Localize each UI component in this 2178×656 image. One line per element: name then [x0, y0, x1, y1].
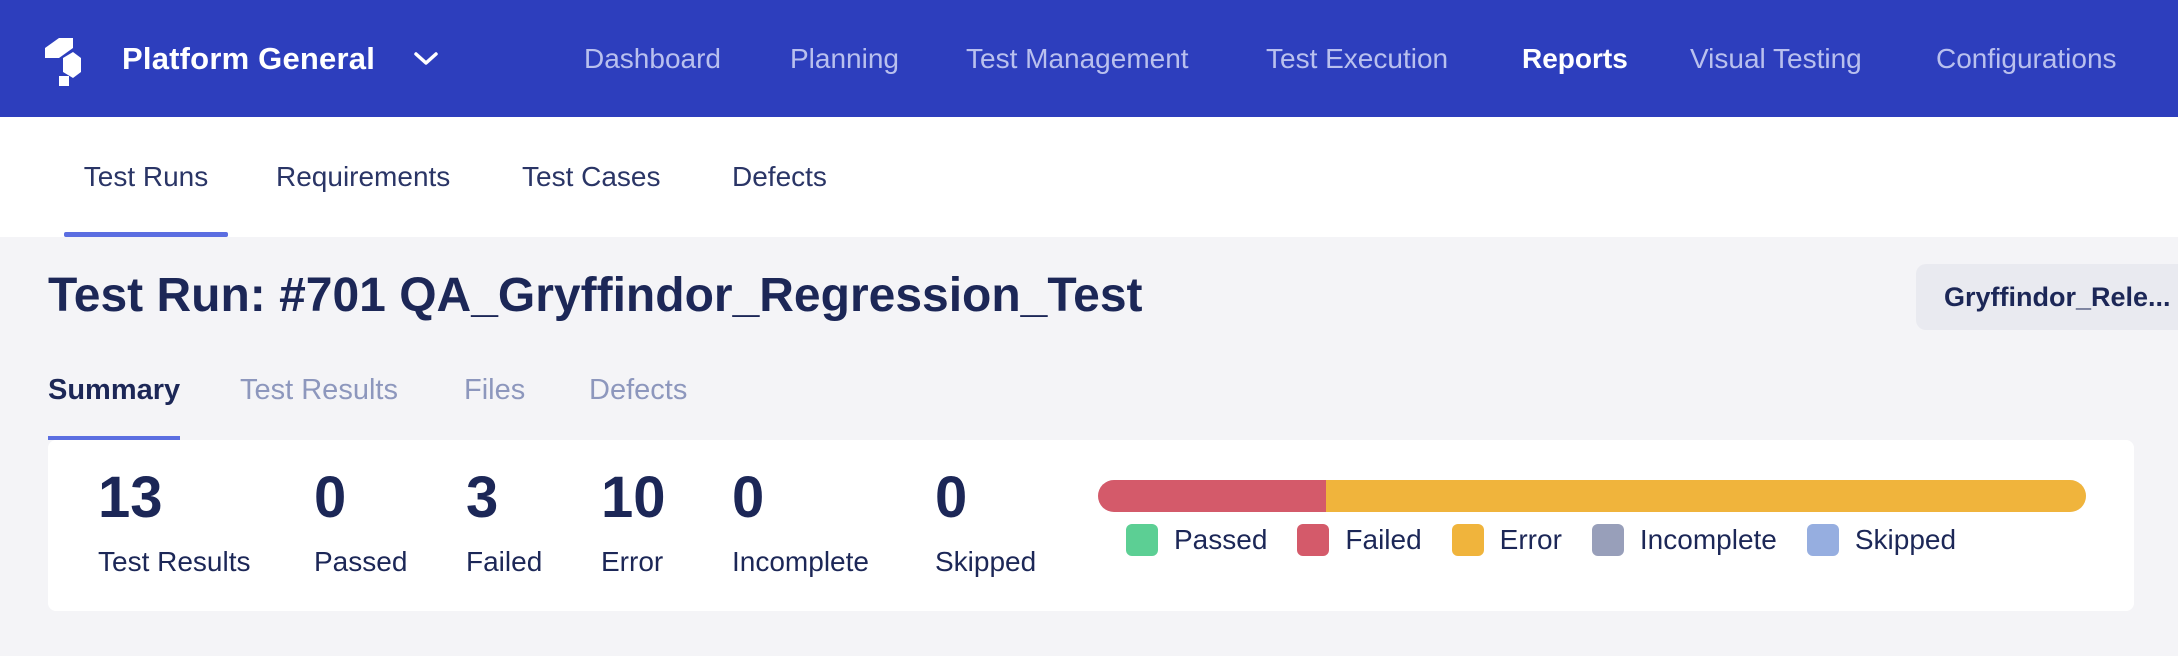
- progress-segment-error: [1326, 480, 2086, 512]
- tab-files[interactable]: Files: [464, 374, 525, 440]
- nav-item-reports[interactable]: Reports: [1522, 0, 1628, 117]
- legend-label: Skipped: [1854, 524, 1957, 555]
- stat-incomplete: 0 Incomplete: [732, 462, 869, 578]
- tab-test-results[interactable]: Test Results: [240, 374, 398, 440]
- stat-test-results: 13 Test Results: [98, 462, 251, 578]
- tab-run-defects[interactable]: Defects: [589, 374, 687, 440]
- stat-value: 3: [466, 465, 499, 530]
- stat-error: 10 Error: [601, 462, 666, 578]
- legend-item-failed[interactable]: Failed: [1297, 524, 1422, 556]
- legend-label: Incomplete: [1639, 524, 1777, 555]
- stat-label: Passed: [314, 546, 408, 577]
- nav-item-test-execution[interactable]: Test Execution: [1266, 0, 1448, 117]
- stat-value: 0: [935, 465, 968, 530]
- legend-label: Error: [1499, 524, 1562, 555]
- stat-label: Skipped: [935, 546, 1037, 577]
- stat-value: 0: [732, 465, 765, 530]
- legend-item-incomplete[interactable]: Incomplete: [1591, 524, 1777, 556]
- legend-item-error[interactable]: Error: [1451, 524, 1562, 556]
- tab-test-runs-label: Test Runs: [83, 161, 209, 192]
- chevron-down-icon: [414, 51, 438, 65]
- workspace-name: Platform General: [122, 40, 376, 76]
- stat-value: 13: [98, 465, 163, 530]
- tab-summary[interactable]: Summary: [48, 374, 181, 440]
- platform-logo-icon[interactable]: [45, 38, 81, 86]
- legend-item-skipped[interactable]: Skipped: [1806, 524, 1957, 556]
- tab-requirements[interactable]: Requirements: [276, 117, 450, 237]
- legend-item-passed[interactable]: Passed: [1126, 524, 1267, 556]
- stat-value: 10: [601, 465, 666, 530]
- report-type-tabs: Test Runs Requirements Test Cases Defect…: [0, 117, 2178, 237]
- progress-segment-failed: [1098, 480, 1326, 512]
- nav-item-planning[interactable]: Planning: [790, 0, 899, 117]
- legend-swatch: [1591, 524, 1624, 556]
- legend-label: Passed: [1174, 524, 1268, 555]
- tab-summary-label: Summary: [48, 374, 181, 406]
- nav-item-dashboard[interactable]: Dashboard: [584, 0, 721, 117]
- stat-label: Incomplete: [732, 546, 869, 577]
- tab-test-cases[interactable]: Test Cases: [522, 117, 661, 237]
- legend-swatch: [1297, 524, 1330, 556]
- stat-label: Error: [601, 546, 664, 577]
- nav-item-visual-testing[interactable]: Visual Testing: [1690, 0, 1862, 117]
- nav-item-configurations[interactable]: Configurations: [1936, 0, 2117, 117]
- legend-swatch: [1126, 524, 1158, 556]
- stat-label: Test Results: [98, 546, 251, 577]
- stat-failed: 3 Failed: [466, 462, 542, 578]
- legend-swatch: [1806, 524, 1839, 556]
- legend-label: Failed: [1345, 524, 1422, 555]
- results-progress-bar: [1098, 480, 2086, 512]
- release-selector[interactable]: Gryffindor_Rele...: [1916, 264, 2178, 330]
- results-legend: Passed Failed Error Incomplete Skipped: [1126, 524, 1986, 556]
- page-title: Test Run: #701 QA_Gryffindor_Regression_…: [48, 269, 1143, 322]
- stat-value: 0: [314, 465, 347, 530]
- stat-label: Failed: [466, 546, 543, 577]
- summary-card: 13 Test Results 0 Passed 3 Failed 10 Err…: [48, 440, 2134, 611]
- stat-skipped: 0 Skipped: [935, 462, 1036, 578]
- nav-item-test-management[interactable]: Test Management: [966, 0, 1189, 117]
- active-tab-indicator: [64, 232, 228, 237]
- legend-swatch: [1451, 524, 1484, 556]
- top-navigation-bar: Platform General Dashboard Planning Test…: [0, 0, 2178, 117]
- tab-test-runs[interactable]: Test Runs: [64, 117, 228, 237]
- stat-passed: 0 Passed: [314, 462, 407, 578]
- workspace-selector[interactable]: Platform General: [122, 0, 439, 117]
- tab-defects[interactable]: Defects: [732, 117, 827, 237]
